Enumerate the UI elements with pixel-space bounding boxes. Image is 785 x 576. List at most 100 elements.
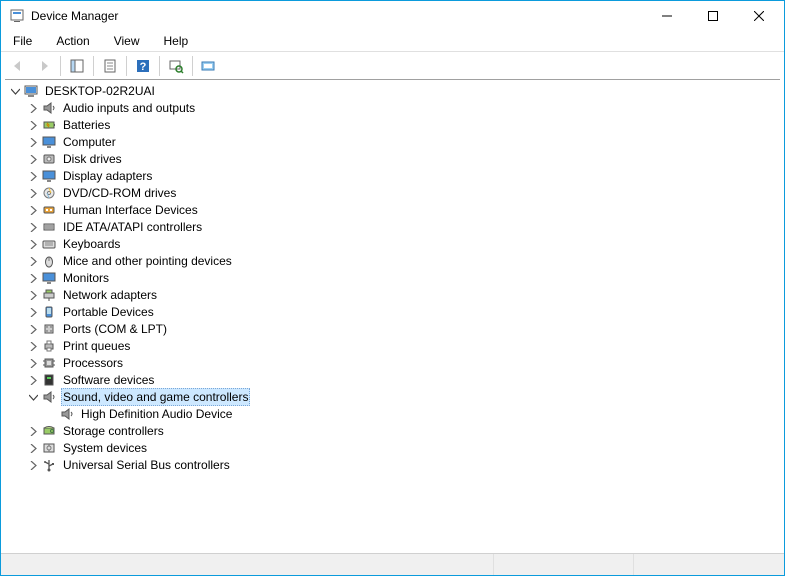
collapse-icon[interactable] <box>9 85 21 97</box>
tree-category-label: Print queues <box>61 338 132 354</box>
tree-category[interactable]: Storage controllers <box>9 423 780 439</box>
expand-icon[interactable] <box>27 136 39 148</box>
expand-icon[interactable] <box>27 442 39 454</box>
collapse-icon[interactable] <box>27 391 39 403</box>
back-button[interactable] <box>6 54 30 78</box>
tree-category-label: Ports (COM & LPT) <box>61 321 169 337</box>
expand-icon[interactable] <box>27 459 39 471</box>
tree-category-label: System devices <box>61 440 149 456</box>
close-button[interactable] <box>736 1 782 31</box>
tree-category-label: Human Interface Devices <box>61 202 200 218</box>
tree-category[interactable]: Portable Devices <box>9 304 780 320</box>
expand-icon[interactable] <box>27 272 39 284</box>
add-legacy-hardware-button[interactable] <box>197 54 221 78</box>
expand-icon[interactable] <box>27 221 39 233</box>
expand-icon[interactable] <box>27 323 39 335</box>
tree-category-label: Keyboards <box>61 236 122 252</box>
tree-category[interactable]: Display adapters <box>9 168 780 184</box>
expand-icon[interactable] <box>27 204 39 216</box>
device-tree-pane[interactable]: DESKTOP-02R2UAI Audio inputs and outputs… <box>5 79 780 553</box>
title-bar: Device Manager <box>1 1 784 31</box>
expand-icon[interactable] <box>27 153 39 165</box>
ide-icon <box>41 219 57 235</box>
tree-device[interactable]: High Definition Audio Device <box>9 406 780 422</box>
svg-text:?: ? <box>140 61 147 73</box>
mouse-icon <box>41 253 57 269</box>
expand-icon[interactable] <box>27 102 39 114</box>
tree-category[interactable]: Processors <box>9 355 780 371</box>
tree-category-label: Disk drives <box>61 151 124 167</box>
status-bar <box>1 553 784 575</box>
tree-device-label: High Definition Audio Device <box>79 406 234 422</box>
status-cell <box>1 554 494 575</box>
toolbar-separator <box>60 56 61 76</box>
expand-icon[interactable] <box>27 238 39 250</box>
monitor-icon <box>41 168 57 184</box>
tree-category-label: Mice and other pointing devices <box>61 253 234 269</box>
toolbar-separator <box>126 56 127 76</box>
expand-icon[interactable] <box>27 119 39 131</box>
tree-category[interactable]: Monitors <box>9 270 780 286</box>
tree-category[interactable]: Print queues <box>9 338 780 354</box>
speaker-icon <box>59 406 75 422</box>
tree-category[interactable]: Audio inputs and outputs <box>9 100 780 116</box>
tree-category-label: Monitors <box>61 270 111 286</box>
tree-category[interactable]: Batteries <box>9 117 780 133</box>
tree-category[interactable]: Ports (COM & LPT) <box>9 321 780 337</box>
expand-icon[interactable] <box>27 374 39 386</box>
expand-icon[interactable] <box>27 289 39 301</box>
tree-category[interactable]: Network adapters <box>9 287 780 303</box>
tree-root[interactable]: DESKTOP-02R2UAI <box>9 83 780 99</box>
expand-icon[interactable] <box>27 255 39 267</box>
tree-category[interactable]: Computer <box>9 134 780 150</box>
expand-icon[interactable] <box>27 187 39 199</box>
menu-file[interactable]: File <box>5 32 40 50</box>
expand-icon[interactable] <box>27 425 39 437</box>
status-cell <box>634 554 784 575</box>
tree-category[interactable]: Sound, video and game controllers <box>9 389 780 405</box>
expand-icon[interactable] <box>27 170 39 182</box>
menu-help[interactable]: Help <box>156 32 197 50</box>
tree-category[interactable]: DVD/CD-ROM drives <box>9 185 780 201</box>
tree-category[interactable]: Mice and other pointing devices <box>9 253 780 269</box>
tree-category[interactable]: IDE ATA/ATAPI controllers <box>9 219 780 235</box>
window-controls <box>644 1 782 31</box>
menu-view[interactable]: View <box>106 32 148 50</box>
tree-category[interactable]: Human Interface Devices <box>9 202 780 218</box>
monitor-icon <box>41 270 57 286</box>
menu-bar: File Action View Help <box>1 31 784 51</box>
tree-category-label: Portable Devices <box>61 304 156 320</box>
tree-category[interactable]: Keyboards <box>9 236 780 252</box>
properties-button[interactable] <box>98 54 122 78</box>
speaker-icon <box>41 389 57 405</box>
tree-category-label: Processors <box>61 355 125 371</box>
tree-category[interactable]: Software devices <box>9 372 780 388</box>
hid-icon <box>41 202 57 218</box>
keyboard-icon <box>41 236 57 252</box>
forward-button[interactable] <box>32 54 56 78</box>
toolbar-separator <box>159 56 160 76</box>
expand-icon[interactable] <box>27 306 39 318</box>
battery-icon <box>41 117 57 133</box>
port-icon <box>41 321 57 337</box>
toolbar-separator <box>192 56 193 76</box>
expand-icon[interactable] <box>27 357 39 369</box>
maximize-button[interactable] <box>690 1 736 31</box>
network-icon <box>41 287 57 303</box>
device-tree: DESKTOP-02R2UAI Audio inputs and outputs… <box>9 83 780 473</box>
show-hide-console-tree-button[interactable] <box>65 54 89 78</box>
tree-category[interactable]: Universal Serial Bus controllers <box>9 457 780 473</box>
toolbar-separator <box>93 56 94 76</box>
tree-category[interactable]: System devices <box>9 440 780 456</box>
speaker-icon <box>41 100 57 116</box>
tree-category[interactable]: Disk drives <box>9 151 780 167</box>
help-button[interactable]: ? <box>131 54 155 78</box>
minimize-button[interactable] <box>644 1 690 31</box>
usb-icon <box>41 457 57 473</box>
scan-hardware-button[interactable] <box>164 54 188 78</box>
disk-icon <box>41 151 57 167</box>
portable-icon <box>41 304 57 320</box>
tree-root-label: DESKTOP-02R2UAI <box>43 83 157 99</box>
expand-icon[interactable] <box>27 340 39 352</box>
menu-action[interactable]: Action <box>48 32 97 50</box>
